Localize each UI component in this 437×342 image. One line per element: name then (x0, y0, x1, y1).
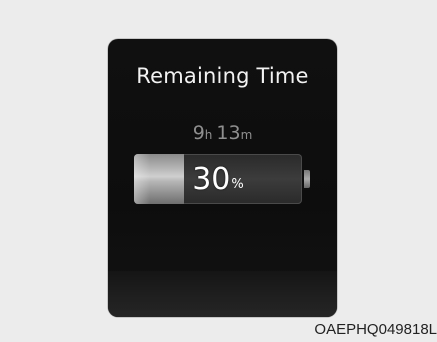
image-reference-code: OAEPHQ049818L (314, 321, 437, 338)
minutes-unit: m (240, 128, 253, 142)
cluster-display-panel: Remaining Time 9h 13m 30% (108, 39, 337, 317)
hours-unit: h (204, 128, 213, 142)
panel-bottom-band (108, 271, 337, 317)
percent-symbol: % (231, 176, 244, 192)
battery-percent-readout: 30% (134, 154, 302, 204)
hours-value: 9 (192, 122, 205, 144)
remaining-time-title: Remaining Time (136, 64, 309, 88)
minutes-value: 13 (216, 122, 241, 144)
battery-terminal-icon (304, 170, 310, 188)
remaining-time-readout: 9h 13m (108, 122, 337, 144)
battery-percent-value: 30 (192, 161, 231, 197)
